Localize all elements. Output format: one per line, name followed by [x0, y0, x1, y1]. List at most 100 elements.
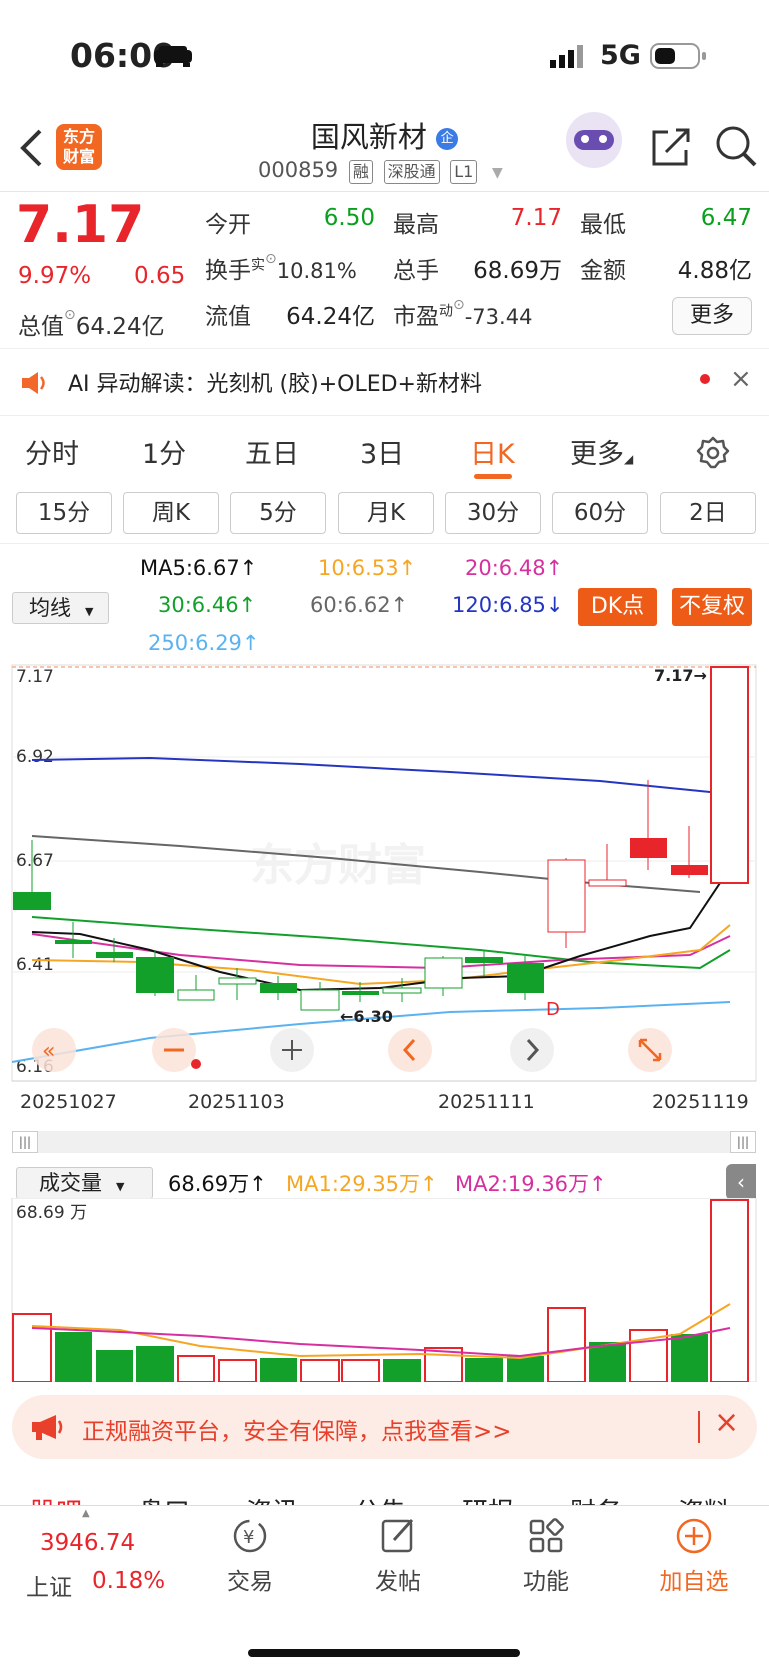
high-value: 7.17 [510, 205, 562, 231]
tab-news[interactable]: 资讯 [246, 1492, 298, 1506]
low-value: 6.47 [700, 205, 752, 231]
min-price-marker: ←6.30 [340, 1007, 393, 1026]
pe-label-text: 市盈 [393, 304, 439, 330]
nav-post-label: 发帖 [375, 1569, 421, 1595]
change-percent: 9.97% [18, 263, 92, 289]
tab-research[interactable]: 研报 [462, 1492, 514, 1506]
ma-selector-label: 均线 [29, 596, 71, 620]
date-label: 20251027 [20, 1091, 117, 1113]
nav-functions[interactable]: 功能 [496, 1516, 596, 1596]
pe-label: 市盈动⊙-73.44 [393, 297, 532, 331]
active-tab-indicator [474, 474, 512, 479]
event-dot [191, 1059, 201, 1069]
date-label: 20251103 [188, 1091, 285, 1113]
stock-header: 东方 财富 国风新材 企 000859 融 深股通 L1 ▼ [0, 110, 769, 192]
float-mv-value: 64.24亿 [286, 304, 375, 330]
search-icon[interactable] [714, 124, 758, 168]
tab-more[interactable]: 更多◢ [570, 432, 633, 471]
subtab-15min[interactable]: 15分 [16, 492, 112, 534]
float-mv-label: 流值 [205, 304, 251, 330]
range-scrollbar[interactable]: ||| ||| [12, 1131, 756, 1153]
index-value[interactable]: 3946.74 [40, 1530, 135, 1556]
tag-level: L1 [450, 160, 478, 184]
status-bar: 06:00 5G [0, 0, 769, 110]
turnover-value: 10.81% [276, 259, 357, 283]
high-label: 最高 [393, 212, 439, 238]
nav-functions-label: 功能 [523, 1569, 569, 1595]
close-icon[interactable]: × [714, 1405, 739, 1440]
speaker-icon [22, 372, 45, 394]
volume-selector[interactable]: 成交量 ▼ [16, 1167, 153, 1199]
prev-button[interactable] [388, 1028, 432, 1072]
subtab-5min[interactable]: 5分 [230, 492, 326, 534]
tab-3day[interactable]: 3日 [360, 432, 404, 471]
home-indicator [248, 1649, 520, 1657]
low-label: 最低 [580, 212, 626, 238]
tag-margin: 融 [348, 160, 373, 184]
tab-forum[interactable]: 股吧 [30, 1492, 82, 1506]
volume-chart[interactable]: 68.69 万 [0, 1198, 769, 1382]
ma10-label: 10:6.53↑ [318, 556, 417, 580]
tab-profile[interactable]: 资料 [678, 1492, 730, 1506]
dk-point-button[interactable]: DK点 [578, 588, 657, 626]
price-axis-label: 7.17 [16, 667, 54, 687]
ma20-label: 20:6.48↑ [465, 556, 564, 580]
turnover-sup: 实 [251, 257, 265, 274]
volume-value: 68.69万 [473, 258, 562, 284]
subtab-weekly[interactable]: 周K [123, 492, 219, 534]
subtab-2day[interactable]: 2日 [660, 492, 756, 534]
tab-5day[interactable]: 五日 [245, 432, 299, 471]
ai-banner[interactable]: AI 异动解读：光刻机 (胶)+OLED+新材料 × [0, 350, 769, 416]
nav-trade[interactable]: ¥ 交易 [200, 1516, 300, 1596]
car-icon [154, 46, 192, 67]
d-marker: D [546, 999, 560, 1020]
subtab-monthly[interactable]: 月K [338, 492, 434, 534]
battery-icon [650, 43, 706, 69]
range-handle-right[interactable]: ||| [730, 1131, 756, 1153]
change-amount: 0.65 [134, 263, 186, 289]
info-icon[interactable]: ⊙ [453, 297, 465, 313]
chevron-down-icon[interactable]: ▼ [492, 165, 503, 181]
ai-avatar-icon[interactable] [566, 112, 622, 168]
tab-1min[interactable]: 1分 [142, 432, 186, 471]
ma5-label: MA5:6.67↑ [140, 556, 258, 580]
total-mv-label: 总值⊙64.24亿 [18, 307, 165, 341]
ma250-label: 250:6.29↑ [148, 631, 260, 655]
promo-banner[interactable]: 正规融资平台，安全有保障，点我查看>> × [12, 1395, 757, 1459]
tab-timeshare[interactable]: 分时 [25, 432, 79, 471]
more-button[interactable]: 更多 [672, 297, 752, 335]
nav-add-watchlist[interactable]: 加自选 [644, 1516, 744, 1596]
ma30-label: 30:6.46↑ [158, 593, 257, 617]
range-handle-left[interactable]: ||| [12, 1131, 38, 1153]
collapse-panel-button[interactable]: ‹ [726, 1164, 756, 1200]
next-button[interactable] [510, 1028, 554, 1072]
open-value: 6.50 [323, 205, 375, 231]
no-adjust-button[interactable]: 不复权 [672, 588, 752, 626]
nav-post[interactable]: 发帖 [348, 1516, 448, 1596]
tab-finance[interactable]: 财务 [570, 1492, 622, 1506]
info-icon[interactable]: ⊙ [64, 307, 76, 323]
turnover-label: 换手实⊙10.81% [205, 251, 357, 285]
subtab-60min[interactable]: 60分 [552, 492, 648, 534]
total-mv-label-text: 总值 [18, 314, 64, 340]
close-icon[interactable]: × [730, 364, 752, 394]
ma120-label: 120:6.85↓ [452, 593, 564, 617]
price-axis-label: 6.92 [16, 747, 54, 767]
caret-up-icon: ▲ [82, 1508, 90, 1519]
tab-daily-k[interactable]: 日K [470, 432, 515, 471]
tab-more-label: 更多 [570, 439, 624, 470]
yen-icon: ¥ [233, 1519, 267, 1553]
gear-icon[interactable] [696, 436, 730, 470]
svg-text:¥: ¥ [243, 1527, 254, 1548]
tab-announcements[interactable]: 公告 [354, 1492, 406, 1506]
ai-banner-text: AI 异动解读：光刻机 (胶)+OLED+新材料 [68, 372, 482, 397]
subtab-30min[interactable]: 30分 [445, 492, 541, 534]
share-icon[interactable] [650, 126, 692, 168]
quote-panel: 7.17 9.97% 0.65 总值⊙64.24亿 今开 6.50 最高 7.1… [0, 193, 769, 349]
tab-orderbook[interactable]: 盘口 [138, 1492, 190, 1506]
stock-code: 000859 [258, 158, 339, 182]
amount-label: 金额 [580, 258, 626, 284]
kline-chart[interactable]: 东方财富 7.17 6.92 6.67 6.41 6.16 7.17→ ←6.3… [0, 660, 769, 1120]
info-icon[interactable]: ⊙ [265, 251, 277, 267]
ma-selector[interactable]: 均线 ▼ [12, 592, 109, 624]
